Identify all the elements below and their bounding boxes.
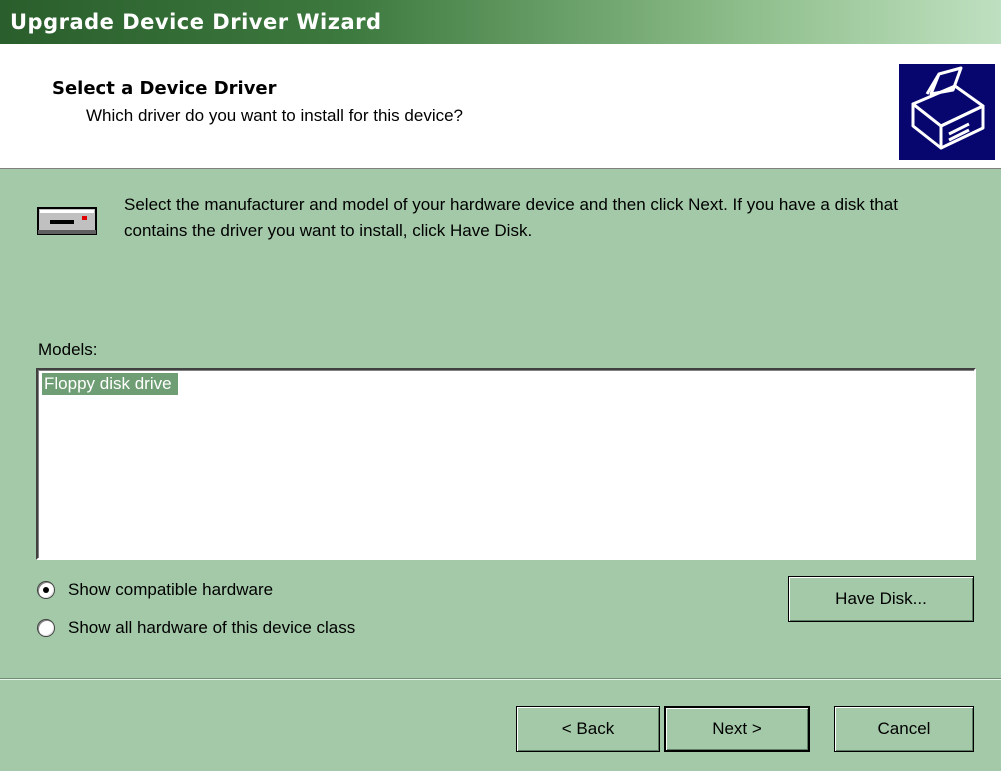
cancel-button[interactable]: Cancel — [834, 706, 974, 752]
wizard-header: Select a Device Driver Which driver do y… — [0, 44, 1001, 169]
have-disk-button[interactable]: Have Disk... — [788, 576, 974, 622]
instructions-text: Select the manufacturer and model of you… — [124, 195, 898, 240]
footer-separator — [0, 678, 1001, 680]
hardware-wizard-icon — [899, 64, 995, 160]
show-compatible-radio[interactable]: Show compatible hardware — [38, 580, 273, 600]
show-all-radio[interactable]: Show all hardware of this device class — [38, 618, 355, 638]
title-bar: Upgrade Device Driver Wizard — [0, 0, 1001, 44]
back-button[interactable]: < Back — [516, 706, 660, 752]
list-item-floppy-disk-drive[interactable]: Floppy disk drive — [42, 373, 178, 395]
models-listbox[interactable]: Floppy disk drive — [36, 368, 976, 560]
page-title: Select a Device Driver — [52, 78, 277, 99]
page-subtitle: Which driver do you want to install for … — [86, 106, 464, 125]
radio-selected-icon[interactable] — [38, 582, 54, 598]
window-title: Upgrade Device Driver Wizard — [10, 10, 382, 34]
models-label: Models: — [38, 340, 98, 359]
radio-unselected-icon[interactable] — [38, 620, 54, 636]
show-compatible-label: Show compatible hardware — [68, 580, 274, 599]
show-all-label: Show all hardware of this device class — [68, 618, 356, 637]
next-button[interactable]: Next > — [664, 706, 810, 752]
floppy-drive-icon — [36, 202, 100, 238]
